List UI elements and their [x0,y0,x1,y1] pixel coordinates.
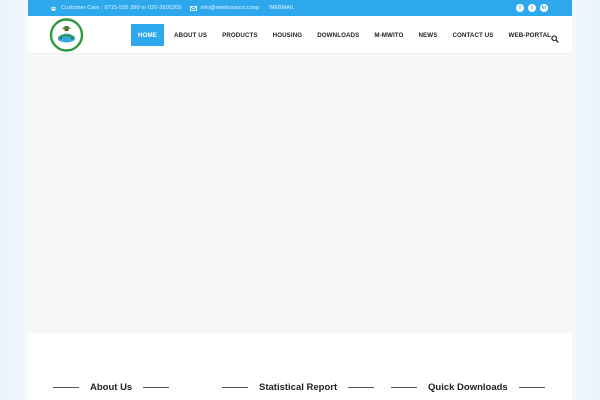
search-icon[interactable] [551,30,559,43]
statistical-report-heading: Statistical Report [259,381,338,393]
top-bar: Customer Care : 0715-555 390 or 020-3505… [28,0,572,16]
heading-divider-left [391,386,417,388]
nav-about-us[interactable]: ABOUT US [168,24,213,46]
linkedin-icon[interactable]: in [540,4,548,12]
twitter-icon[interactable]: t [528,4,536,12]
nav-products[interactable]: PRODUCTS [216,24,264,46]
nav-home[interactable]: HOME [131,24,164,46]
site-header: HOME ABOUT US PRODUCTS HOUSING DOWNLOADS… [28,16,572,54]
webmail-link[interactable]: WEBMAIL [269,5,294,11]
social-links: f t in [516,4,548,12]
nav-contact-us[interactable]: CONTACT US [446,24,499,46]
footer-heading-downloads: Quick Downloads [391,380,545,394]
nav-housing[interactable]: HOUSING [267,24,309,46]
footer-heading-statistics: Statistical Report [222,380,375,394]
main-navigation: HOME ABOUT US PRODUCTS HOUSING DOWNLOADS… [131,23,560,47]
email-link[interactable]: info@mwitosacco.coop [201,5,260,11]
heading-divider-right [518,386,545,388]
facebook-icon[interactable]: f [516,4,524,12]
footer-heading-about: About Us [53,380,170,394]
heading-divider-left [53,386,79,388]
email-contact[interactable]: info@mwitosacco.coop [189,5,260,11]
nav-web-portal[interactable]: WEB-PORTAL [503,24,557,46]
nav-m-mwito[interactable]: M-MWITO [368,24,409,46]
customer-care: Customer Care : 0715-555 390 or 020-3505… [50,5,182,11]
nav-downloads[interactable]: DOWNLOADS [311,24,365,46]
nav-news[interactable]: NEWS [412,24,443,46]
about-us-heading: About Us [90,381,133,393]
phone-icon [50,6,57,11]
customer-care-text: Customer Care : 0715-555 390 or 020-3505… [61,5,182,11]
heading-divider-right [348,386,375,388]
heading-divider-left [222,386,248,388]
envelope-icon [189,5,197,11]
heading-divider-right [143,386,170,388]
quick-downloads-heading: Quick Downloads [428,381,508,393]
site-logo[interactable] [49,18,84,52]
